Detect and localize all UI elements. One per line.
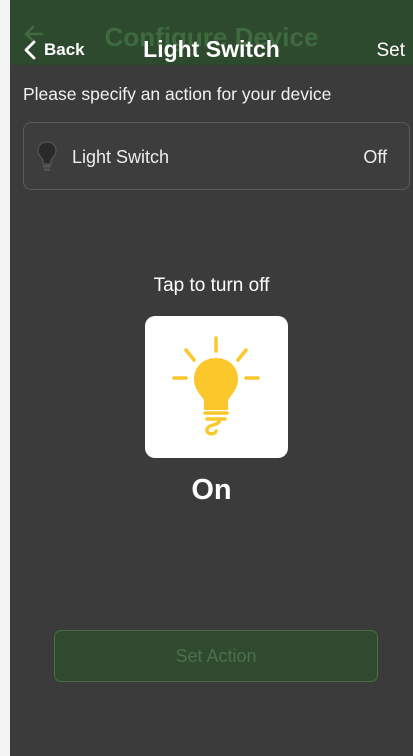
light-toggle-button[interactable]	[145, 316, 288, 458]
lightbulb-icon	[37, 141, 57, 171]
lightbulb-on-icon	[172, 336, 260, 436]
set-button[interactable]: Set	[376, 40, 405, 62]
device-name: Light Switch	[72, 147, 170, 167]
device-state: Off	[363, 147, 387, 167]
navigation-header: Configure Device Back Light Switch Set	[10, 0, 413, 65]
screen-edge	[0, 0, 10, 756]
set-action-button[interactable]: Set Action	[54, 630, 378, 682]
device-row[interactable]: Light Switch Off	[23, 122, 410, 190]
toggle-state-label: On	[191, 474, 232, 506]
toggle-hint: Tap to turn off	[153, 275, 270, 296]
page-title: Light Switch	[143, 36, 280, 62]
instruction-text: Please specify an action for your device	[23, 84, 332, 104]
